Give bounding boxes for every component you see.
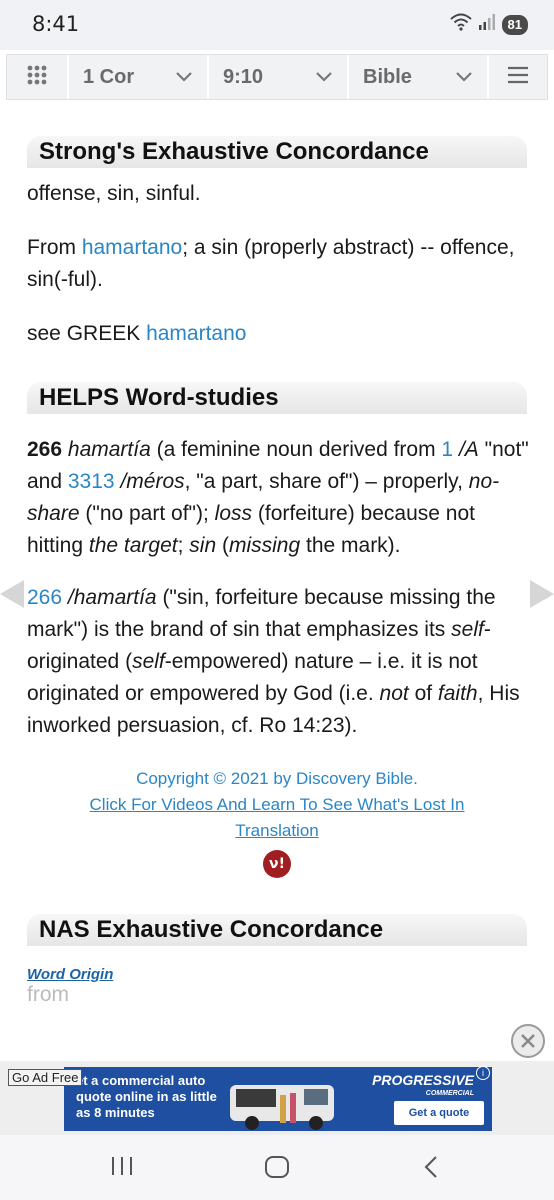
ad-info-icon[interactable]: i (476, 1066, 490, 1080)
recents-button[interactable] (110, 1155, 134, 1182)
grid-icon (26, 64, 48, 91)
helps-heading: HELPS Word-studies (27, 382, 527, 414)
wifi-icon (449, 13, 472, 36)
battery-badge: 81 (501, 14, 528, 35)
status-time: 8:41 (32, 12, 80, 36)
status-bar: 8:41 81 (0, 0, 554, 50)
grid-menu-button[interactable] (7, 55, 69, 99)
book-select[interactable]: 1 Cor (69, 55, 209, 99)
chapter-select[interactable]: 9:10 (209, 55, 349, 99)
system-navigation-bar (0, 1135, 554, 1200)
word-origin-label: Word Origin (27, 966, 114, 983)
ad-text: et a commercial auto quote online in as … (76, 1073, 217, 1120)
chevron-down-icon (315, 67, 333, 91)
strongs-3313-link[interactable]: 3313 (68, 470, 115, 493)
van-illustration (230, 1085, 334, 1130)
hamartano-see-link[interactable]: hamartano (146, 322, 246, 345)
menu-icon (507, 66, 529, 89)
recents-icon (110, 1157, 134, 1181)
version-select-value: Bible (363, 65, 412, 88)
chapter-select-value: 9:10 (223, 65, 264, 88)
prev-arrow-icon (0, 580, 24, 612)
next-arrow-icon (530, 580, 554, 612)
get-quote-button[interactable]: Get a quote (394, 1101, 484, 1125)
strongs-definition: offense, sin, sinful. (27, 182, 201, 205)
nas-heading: NAS Exhaustive Concordance (27, 914, 527, 946)
hamartano-link[interactable]: hamartano (82, 236, 182, 259)
back-icon (422, 1156, 440, 1183)
book-select-value: 1 Cor (83, 65, 135, 88)
strongs-1-link[interactable]: 1 (441, 438, 453, 461)
prev-verse-button[interactable] (0, 580, 24, 613)
copyright-notice: Copyright © 2021 by Discovery Bible. Cli… (0, 766, 554, 844)
helps-paragraph-1: 266 hamartía (a feminine noun derived fr… (27, 438, 529, 557)
videos-link[interactable]: Click For Videos And Learn To See What's… (90, 795, 465, 840)
ad-container: et a commercial auto quote online in as … (0, 1061, 554, 1135)
top-navigation: 1 Cor 9:10 Bible (6, 54, 548, 100)
version-select[interactable]: Bible (349, 55, 489, 99)
discovery-bible-logo[interactable]: ν! (263, 850, 291, 878)
copyright-text: Copyright © 2021 by Discovery Bible. (136, 769, 418, 788)
home-button[interactable] (264, 1155, 290, 1184)
back-button[interactable] (422, 1155, 440, 1184)
next-verse-button[interactable] (530, 580, 554, 613)
close-ad-button[interactable] (511, 1024, 545, 1058)
chevron-down-icon (455, 67, 473, 91)
status-icons: 81 (449, 13, 528, 36)
hamburger-menu-button[interactable] (489, 55, 547, 99)
strongs-heading: Strong's Exhaustive Concordance (27, 136, 527, 168)
home-icon (264, 1156, 290, 1183)
strongs-see: see GREEK hamartano (27, 322, 247, 345)
chevron-down-icon (175, 67, 193, 91)
ad-banner[interactable]: et a commercial auto quote online in as … (64, 1067, 492, 1131)
go-ad-free-button[interactable]: Go Ad Free (8, 1069, 83, 1086)
ad-brand: PROGRESSIVE COMMERCIAL (372, 1072, 474, 1097)
faded-text: from (27, 983, 69, 1006)
content-area: Strong's Exhaustive Concordance offense,… (0, 106, 554, 1061)
strongs-from: From hamartano; a sin (properly abstract… (27, 236, 515, 291)
helps-paragraph-2: 266 /hamartía ("sin, forfeiture because … (27, 586, 520, 737)
strongs-266-link[interactable]: 266 (27, 586, 62, 609)
close-icon (520, 1033, 536, 1054)
signal-icon (478, 13, 496, 36)
